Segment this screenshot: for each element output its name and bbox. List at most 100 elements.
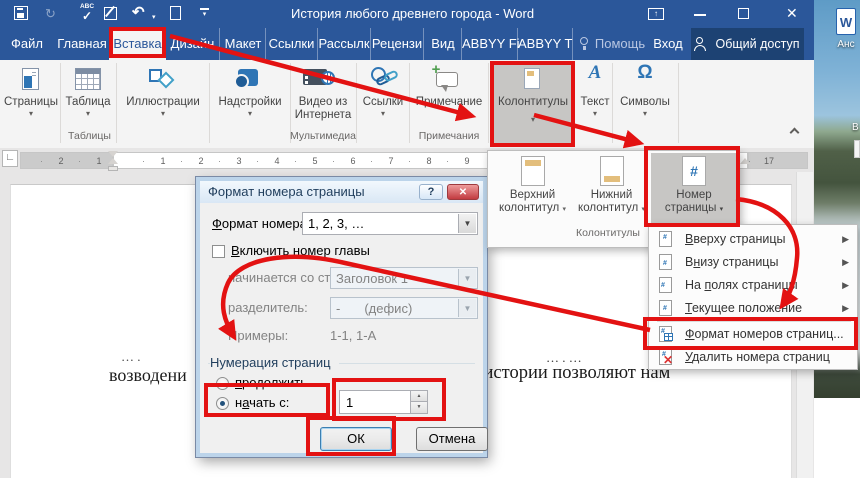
first-line-indent-marker[interactable] — [108, 151, 118, 157]
tab-layout[interactable]: Макет — [219, 28, 266, 60]
dialog-close-button[interactable]: ✕ — [447, 184, 479, 200]
spinner-down-button[interactable]: ▼ — [410, 402, 427, 413]
tab-design[interactable]: Дизайн — [167, 28, 218, 60]
tab-abbyy-fi[interactable]: ABBYY Fi — [461, 28, 518, 60]
symbols-icon: Ω — [616, 66, 674, 79]
tab-mailings[interactable]: Рассылк — [317, 28, 370, 60]
title-bar: ↻ ABC ✓ ↶ ▾ ▾ История любого древнего го… — [0, 0, 814, 28]
lightbulb-icon — [580, 37, 588, 45]
tab-help[interactable]: Помощь — [576, 28, 648, 60]
submenu-arrow-icon: ▶ — [842, 228, 849, 251]
cancel-button[interactable]: Отмена — [416, 427, 488, 451]
start-at-radio-label: начать с: — [235, 395, 289, 410]
spinner-up-button[interactable]: ▲ — [410, 391, 427, 402]
dialog-title: Формат номера страницы — [208, 184, 365, 199]
right-indent-marker[interactable] — [740, 158, 750, 164]
footer-icon — [600, 156, 624, 186]
links-button[interactable]: Ссылки▾ — [359, 62, 407, 128]
submenu-arrow-icon: ▶ — [842, 251, 849, 274]
page-number-button[interactable]: # Номерстраницы ▾ — [651, 153, 737, 227]
dialog-help-button[interactable]: ? — [419, 184, 443, 200]
menu-item-current-position[interactable]: # Текущее положение ▶ — [651, 297, 857, 320]
comment-button[interactable]: + Примечание — [412, 62, 486, 128]
share-button[interactable]: Общий доступ — [691, 28, 804, 60]
save-icon[interactable] — [14, 6, 28, 20]
person-icon — [696, 37, 703, 44]
window-title: История любого древнего города - Word — [291, 0, 534, 28]
new-document-icon[interactable] — [170, 6, 181, 20]
menu-item-page-margins[interactable]: # На полях страницы ▶ — [651, 274, 857, 297]
table-icon — [75, 68, 101, 90]
background-window-fragment — [854, 140, 860, 158]
table-button[interactable]: Таблица▾ — [63, 62, 113, 128]
screenshot-root: ↻ ABC ✓ ↶ ▾ ▾ История любого древнего го… — [0, 0, 860, 478]
undo-dropdown-icon[interactable]: ▾ — [152, 9, 156, 26]
draft-edit-icon[interactable] — [104, 7, 117, 20]
number-format-label: Формат номера: — [212, 216, 310, 231]
minimize-icon[interactable] — [694, 14, 706, 16]
lightbulb-base-icon — [583, 46, 586, 50]
tab-sign-in[interactable]: Вход — [648, 28, 688, 60]
repeat-icon[interactable]: ↻ — [45, 5, 56, 22]
tab-file[interactable]: Файл — [4, 28, 50, 60]
tab-view[interactable]: Вид — [423, 28, 462, 60]
desktop-icon-label[interactable]: Анс — [832, 39, 860, 50]
menu-item-bottom-of-page[interactable]: # Внизу страницы ▶ — [651, 251, 857, 274]
dropdown-arrow-icon[interactable]: ▼ — [458, 214, 476, 233]
add-ins-button[interactable]: Надстройки▾ — [212, 62, 288, 128]
group-label-comments: Примечания — [407, 130, 491, 142]
customize-quick-access-icon[interactable]: ▾ — [200, 8, 209, 18]
left-indent-marker[interactable] — [108, 166, 118, 171]
globe-icon — [321, 71, 335, 85]
tab-review[interactable]: Рецензи — [370, 28, 423, 60]
symbols-button[interactable]: Ω Символы▾ — [616, 62, 674, 128]
close-icon[interactable]: ✕ — [786, 5, 798, 22]
document-text-fragment: и истории позволяют нам — [469, 363, 670, 384]
page-number-top-icon: # — [659, 231, 672, 247]
header-button[interactable]: Верхнийколонтитул ▾ — [494, 153, 571, 229]
group-label-multimedia: Мультимедиа — [288, 130, 358, 142]
ruler-right-margin[interactable]: 17 — [748, 152, 808, 169]
menu-item-remove-page-numbers[interactable]: #✕ Удалить номера страниц — [651, 346, 857, 369]
illustrations-button[interactable]: Иллюстрации▾ — [119, 62, 207, 128]
collapse-ribbon-icon[interactable] — [790, 126, 800, 136]
include-chapter-checkbox[interactable] — [212, 245, 225, 258]
online-video-button[interactable]: Видео изИнтернета — [293, 62, 353, 128]
word-file-icon[interactable]: W — [836, 8, 856, 35]
tab-selector[interactable]: ∟ — [2, 150, 18, 167]
menu-item-top-of-page[interactable]: # Вверху страницы ▶ — [651, 228, 857, 251]
text-button[interactable]: A Текст▾ — [577, 62, 613, 128]
page-number-icon: # — [682, 156, 706, 186]
menu-item-format-page-numbers[interactable]: # Формат номеров страниц... — [651, 323, 857, 346]
continue-radio[interactable] — [216, 377, 229, 390]
ok-button[interactable]: ОК — [320, 427, 392, 451]
maximize-icon[interactable] — [738, 8, 749, 19]
add-ins-icon — [238, 69, 258, 86]
ruler-left-margin[interactable]: 2 1 — [20, 152, 113, 169]
footer-button[interactable]: Нижнийколонтитул ▾ — [573, 153, 650, 229]
numbering-group-label: Нумерация страниц — [210, 355, 339, 370]
pages-button[interactable]: Страницы▾ — [4, 62, 58, 128]
spelling-check-icon[interactable]: ABC ✓ — [75, 3, 99, 25]
tab-abbyy-t[interactable]: ABBYY T — [517, 28, 573, 60]
start-at-radio[interactable] — [216, 397, 229, 410]
undo-icon[interactable]: ↶ — [132, 4, 145, 21]
tab-insert[interactable]: Вставка — [109, 28, 166, 61]
continue-radio-label: продолжить — [235, 375, 307, 390]
ribbon: Страницы▾ Таблица▾ Иллюстрации▾ Надстрой… — [0, 60, 814, 149]
header-footer-button[interactable]: Колонтитулы▾ — [492, 62, 574, 146]
tab-home[interactable]: Главная — [55, 28, 109, 60]
start-at-input[interactable] — [340, 391, 414, 413]
submenu-arrow-icon: ▶ — [842, 297, 849, 320]
submenu-arrow-icon: ▶ — [842, 274, 849, 297]
dialog-title-bar[interactable]: Формат номера страницы ? ✕ — [200, 181, 483, 203]
number-format-select[interactable]: 1, 2, 3, …▼ — [302, 212, 478, 235]
start-at-spinner: ▲ ▼ — [339, 390, 428, 414]
include-chapter-label: Включить номер главы — [231, 243, 370, 258]
examples-value: 1-1, 1-A — [330, 328, 376, 343]
desktop-icon-label[interactable]: В — [852, 122, 859, 133]
pages-icon — [22, 68, 39, 90]
hanging-indent-marker[interactable] — [108, 158, 118, 164]
tab-references[interactable]: Ссылки — [265, 28, 317, 60]
ribbon-display-options-icon[interactable]: ↑ — [648, 8, 664, 20]
